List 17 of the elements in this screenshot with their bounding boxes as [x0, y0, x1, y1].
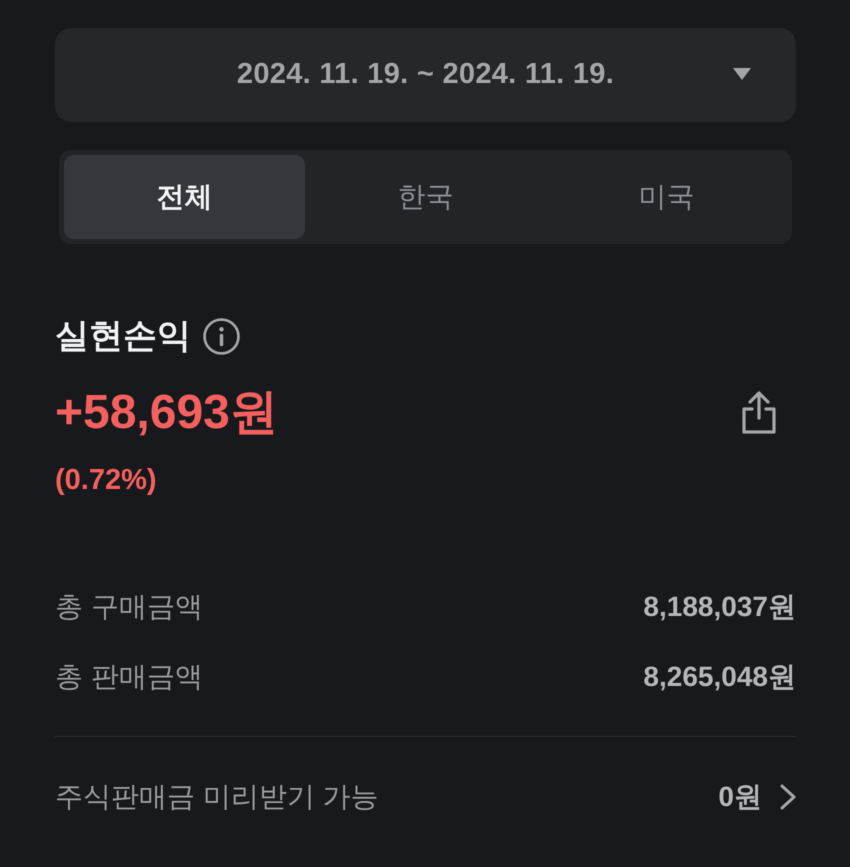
- tab[interactable]: 전체: [64, 155, 305, 239]
- profit-rate: (0.72%): [55, 463, 158, 498]
- profit-amount: +58,693원: [55, 385, 278, 441]
- summary-value: 8,265,048원: [643, 660, 796, 694]
- advance-value: 0원: [718, 780, 762, 814]
- date-range-dropdown[interactable]: 2024. 11. 19. ~ 2024. 11. 19.: [55, 28, 796, 122]
- chevron-right-icon[interactable]: [780, 784, 796, 810]
- summary-label: 총 구매금액: [55, 590, 203, 624]
- info-icon[interactable]: [203, 318, 240, 354]
- section-title: 실현손익: [55, 316, 191, 356]
- tab[interactable]: 미국: [546, 155, 787, 239]
- share-icon[interactable]: [740, 391, 778, 435]
- summary-value: 8,188,037원: [643, 590, 796, 624]
- advance-label: 주식판매금 미리받기 가능: [55, 780, 379, 814]
- tab[interactable]: 한국: [305, 155, 546, 239]
- caret-icon: [733, 68, 751, 80]
- summary-label: 총 판매금액: [55, 660, 203, 694]
